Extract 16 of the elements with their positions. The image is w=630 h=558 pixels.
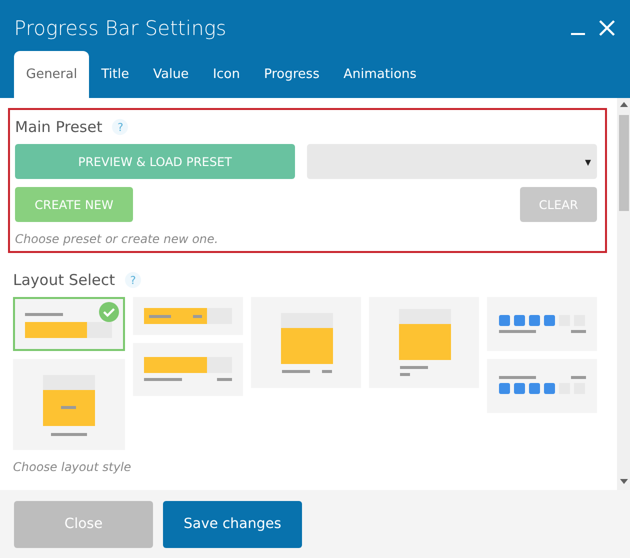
tab[interactable]: Title bbox=[89, 51, 142, 98]
hint-text: Choose preset or create new one. bbox=[15, 232, 220, 246]
tab[interactable]: Value bbox=[141, 51, 201, 98]
hint-text: Choose layout style bbox=[13, 460, 132, 474]
tab[interactable]: Animations bbox=[331, 51, 429, 98]
close-icon[interactable] bbox=[598, 19, 616, 37]
save-button[interactable]: Save changes bbox=[163, 500, 302, 548]
section-title: Layout Select bbox=[13, 271, 116, 289]
check-icon bbox=[99, 302, 119, 322]
tab[interactable]: General bbox=[14, 51, 90, 98]
preset-dropdown[interactable]: ▾ bbox=[307, 144, 597, 179]
window-title: Progress Bar Settings bbox=[14, 16, 228, 40]
tab[interactable]: Icon bbox=[200, 51, 252, 98]
section-title: Main Preset bbox=[15, 118, 102, 136]
scrollbar[interactable] bbox=[617, 98, 630, 490]
tab[interactable]: Progress bbox=[252, 51, 332, 98]
